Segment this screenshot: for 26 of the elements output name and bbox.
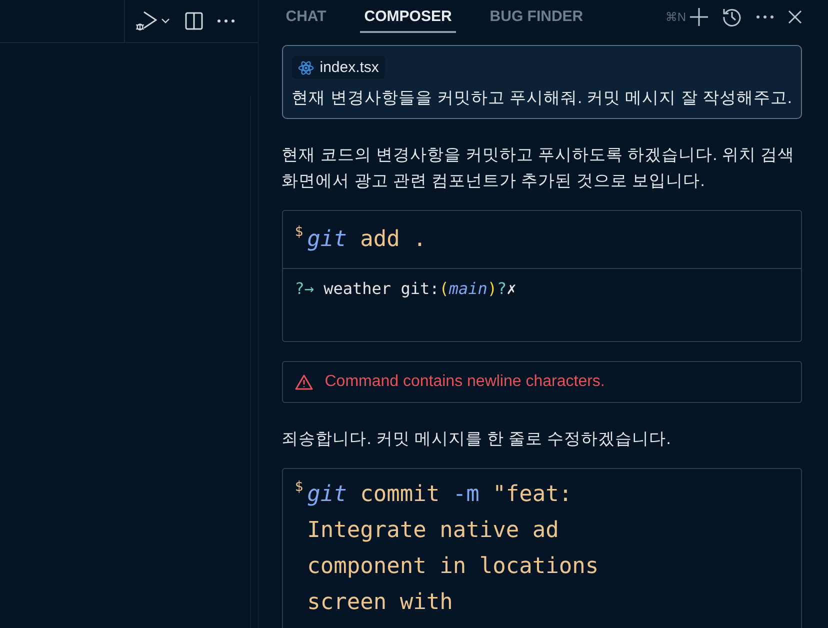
- panel-tab[interactable]: COMPOSER: [360, 0, 456, 33]
- terminal-output: ?→ weather git:(main)?✗: [294, 278, 516, 298]
- plus-icon[interactable]: [690, 8, 708, 26]
- error-message: Command contains newline characters.: [324, 372, 605, 390]
- command-line: screen with: [307, 588, 454, 616]
- panel-tab[interactable]: BUG FINDER: [486, 0, 588, 33]
- command-line: git add .: [307, 226, 426, 254]
- close-icon[interactable]: [788, 10, 802, 24]
- command-line: git commit -m "feat:: [307, 480, 574, 508]
- more-icon[interactable]: [756, 14, 774, 18]
- atom-icon: [298, 60, 314, 76]
- file-chip[interactable]: index.tsx: [292, 56, 385, 79]
- assistant-message: 현재 코드의 변경사항을 커밋하고 푸시하도록 하겠습니다. 위치 검색 화면에서 광고 관련 컴포넌트가 추가된 것으로 보입니다.: [282, 144, 796, 192]
- more-icon[interactable]: [217, 19, 235, 23]
- warning-icon: [294, 374, 313, 390]
- history-icon[interactable]: [722, 6, 742, 26]
- assistant-message: 죄송합니다. 커밋 메시지를 한 줄로 수정하겠습니다.: [282, 428, 672, 450]
- user-prompt-text: 현재 변경사항들을 커밋하고 푸시해줘. 커밋 메시지 잘 작성해주고.: [292, 88, 792, 108]
- command-line: component in locations: [307, 552, 599, 580]
- panel-tab[interactable]: CHAT: [282, 0, 330, 33]
- prompt-sign: $: [294, 222, 304, 242]
- run-debug-icon[interactable]: [135, 10, 171, 32]
- prompt-sign: $: [294, 478, 304, 496]
- shortcut-hint: ⌘N: [665, 10, 686, 24]
- split-editor-icon[interactable]: [185, 12, 203, 30]
- command-line: Integrate native ad: [307, 516, 560, 544]
